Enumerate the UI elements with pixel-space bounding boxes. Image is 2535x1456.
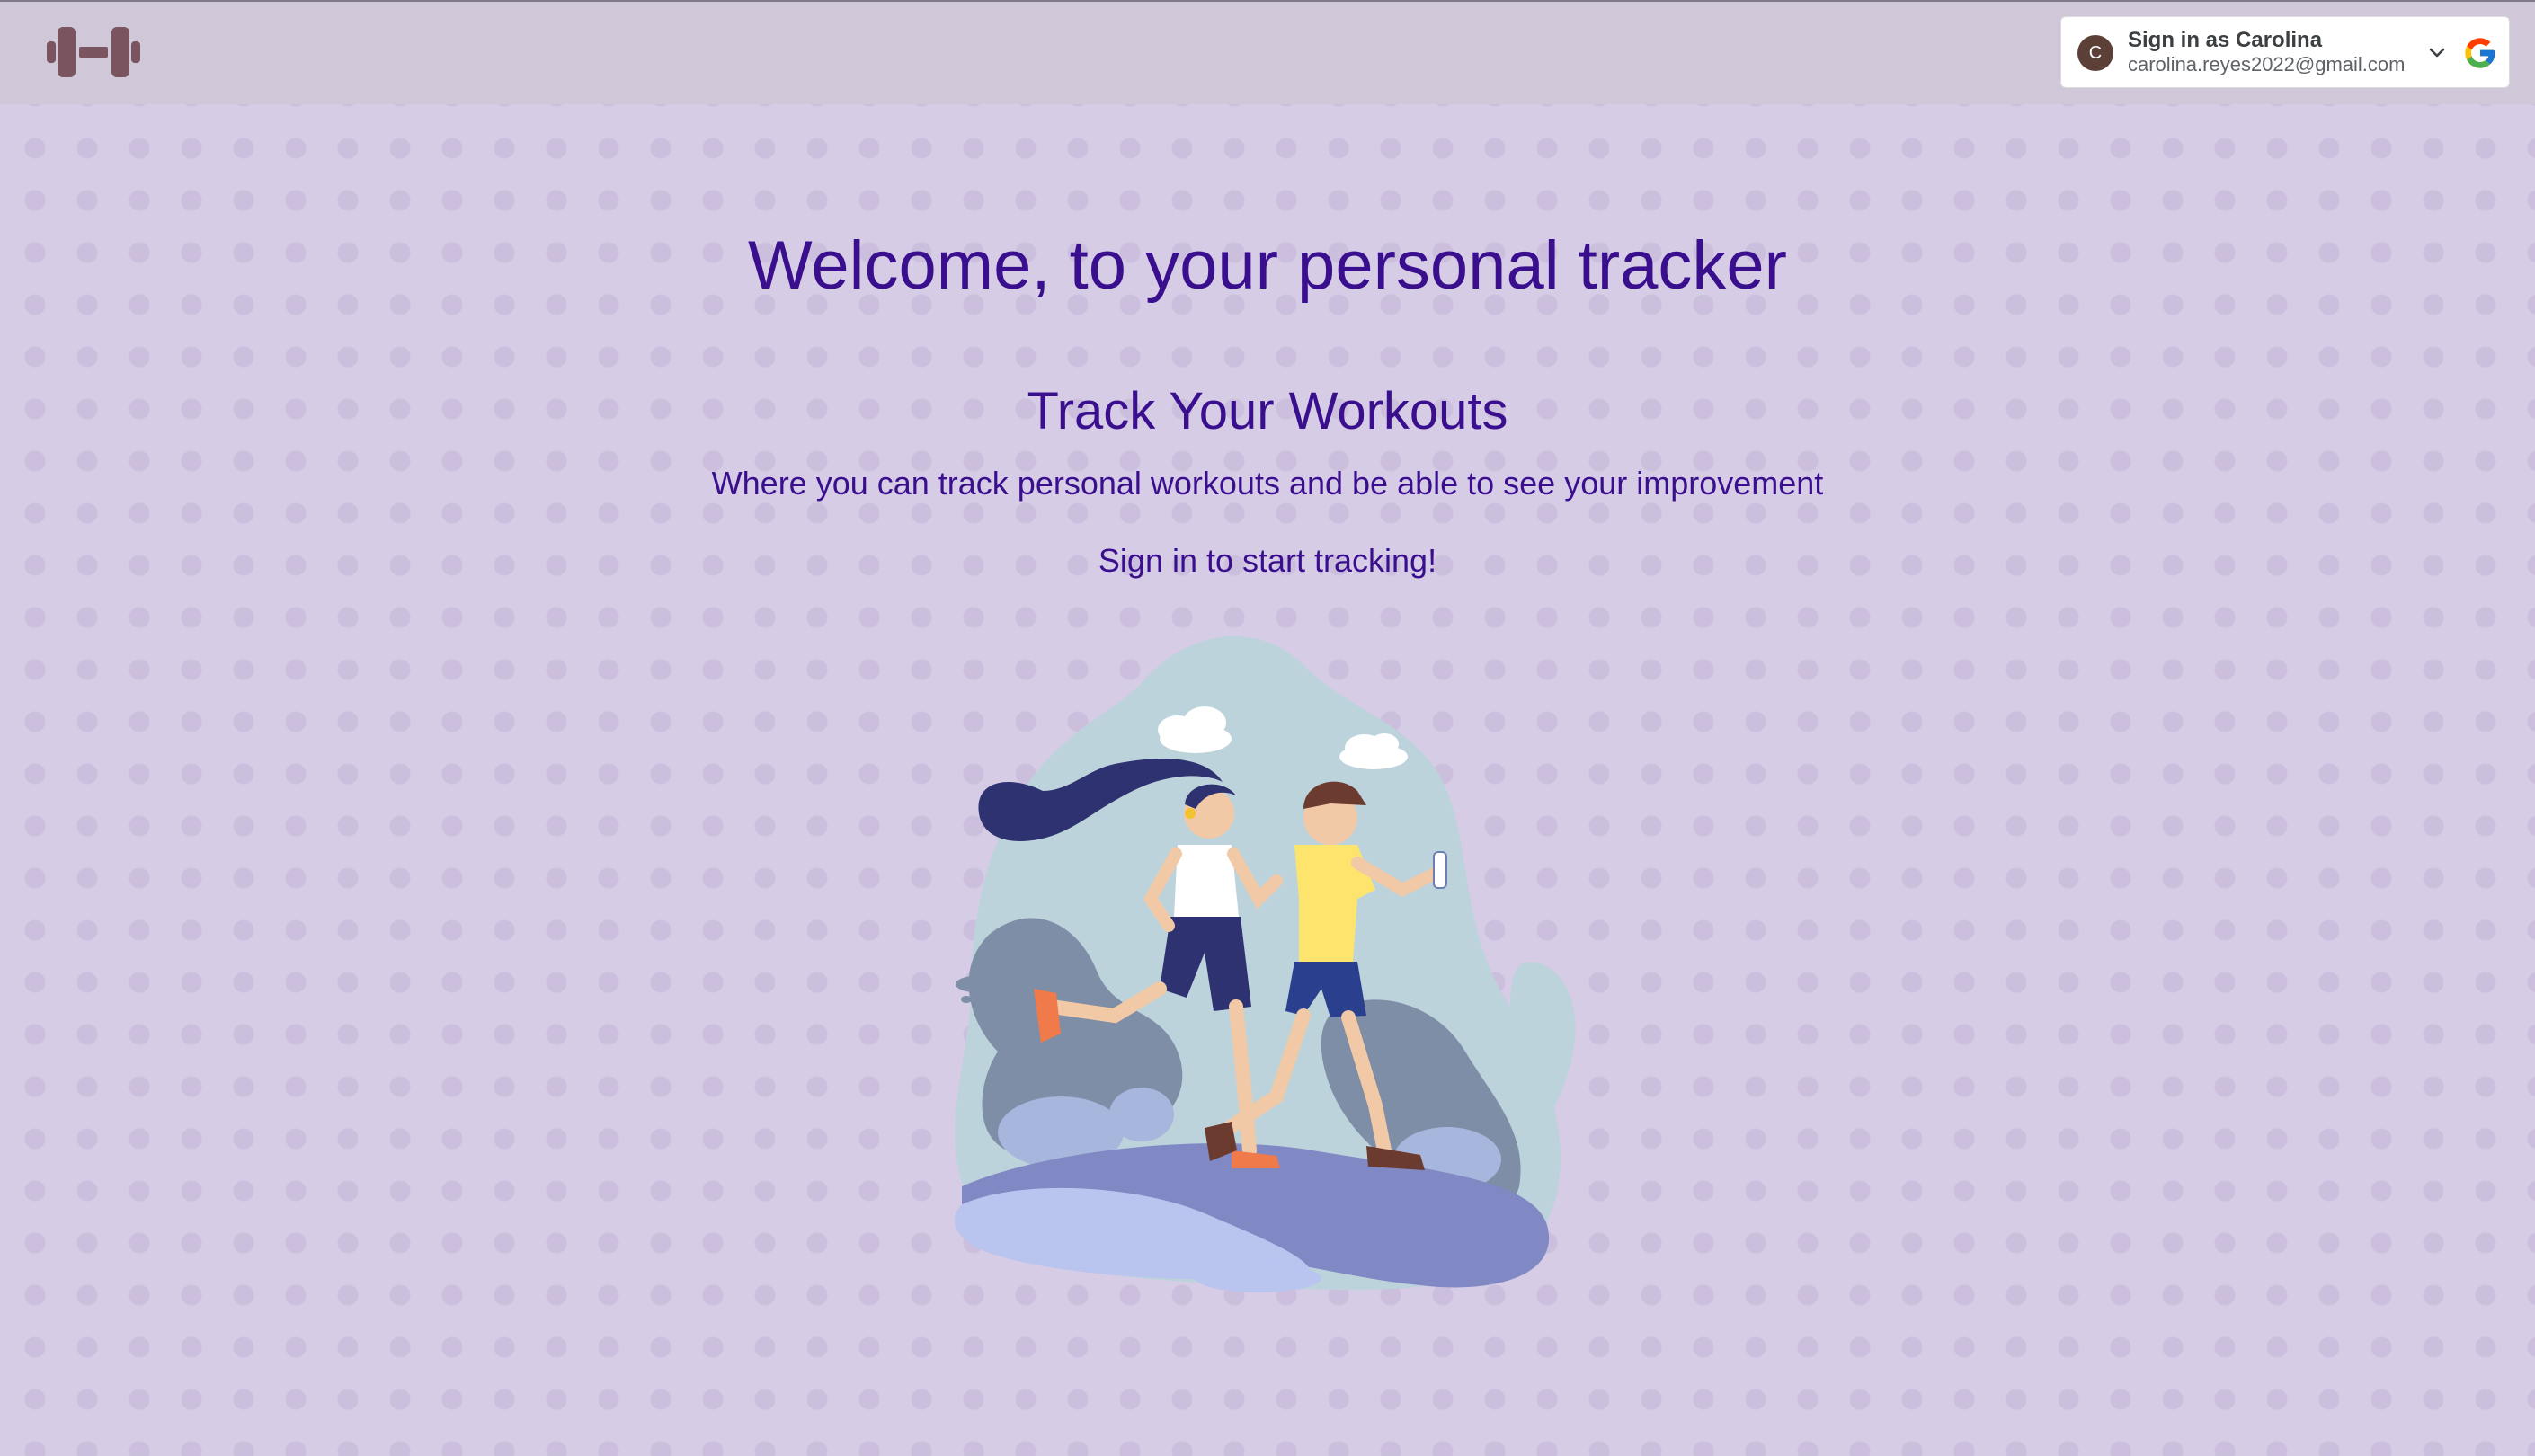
track-workouts-heading: Track Your Workouts bbox=[1027, 382, 1508, 440]
sign-in-as-label: Sign in as Carolina bbox=[2128, 28, 2323, 52]
puddle bbox=[1196, 1264, 1321, 1292]
google-g-icon bbox=[2465, 38, 2495, 68]
top-navbar: C Sign in as Carolina carolina.reyes2022… bbox=[0, 0, 2535, 104]
chevron-down-icon[interactable] bbox=[2426, 42, 2448, 64]
two-runners-illustration bbox=[954, 635, 1576, 1292]
description-text: Where you can track personal workouts an… bbox=[711, 465, 1824, 502]
account-email: carolina.reyes2022@gmail.com bbox=[2128, 53, 2406, 75]
pebble bbox=[961, 996, 972, 1003]
dumbbell-icon[interactable] bbox=[47, 22, 140, 83]
side-blob bbox=[1510, 962, 1576, 1120]
welcome-heading: Welcome, to your personal tracker bbox=[748, 227, 1787, 304]
google-sign-in-chip[interactable]: C Sign in as Carolina carolina.reyes2022… bbox=[2060, 16, 2510, 88]
pebble bbox=[956, 976, 995, 992]
sign-in-prompt: Sign in to start tracking! bbox=[1098, 542, 1437, 579]
avatar: C bbox=[2077, 35, 2113, 71]
